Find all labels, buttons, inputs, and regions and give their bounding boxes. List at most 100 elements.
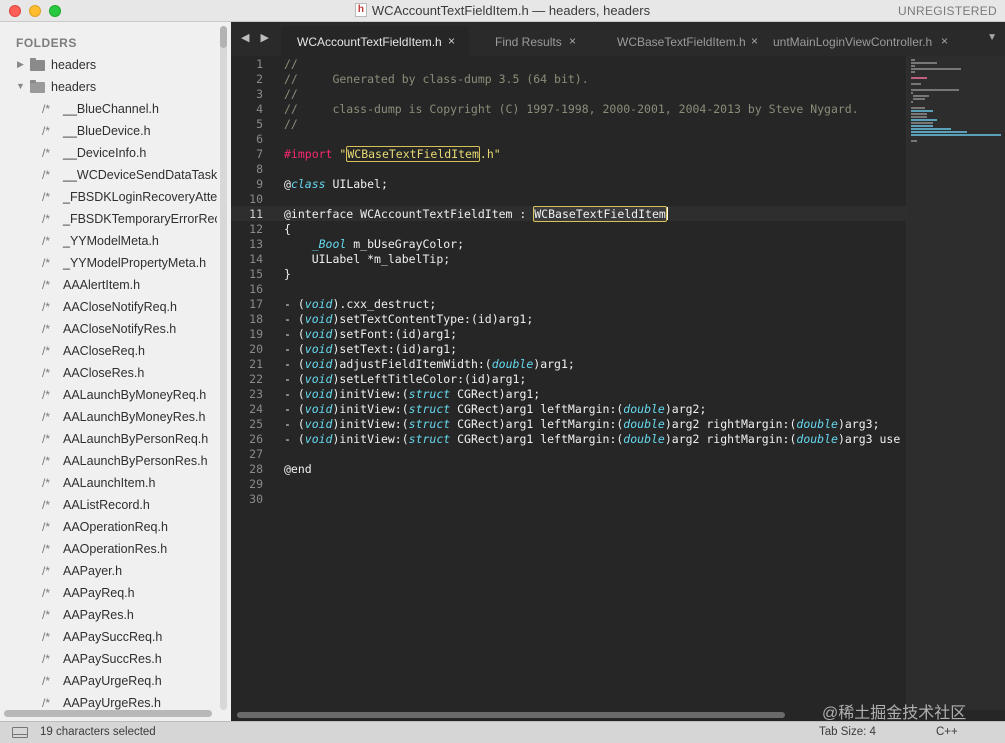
code-text: )adjustFieldItemWidth:( [332,357,492,371]
sidebar-file-item[interactable]: /* __BlueDevice.h [0,121,217,143]
line-number: 6 [256,132,263,146]
syntax-selector[interactable]: C++ [936,726,958,738]
line-number: 23 [249,387,263,401]
sidebar-file-item[interactable]: /* AACloseNotifyRes.h [0,319,217,341]
code-line-19: - (void)setFont:(id)arg1; [284,327,457,341]
code-line-21: - (void)adjustFieldItemWidth:(double)arg… [284,357,575,371]
sidebar-file-item[interactable]: /* AACloseReq.h [0,341,217,363]
minimap[interactable] [906,56,1005,710]
sidebar-file-label: __BlueChannel.h [63,102,159,116]
sidebar-file-item[interactable]: /* AAPayRes.h [0,605,217,627]
line-number: 29 [249,477,263,491]
folder-row-headers-collapsed[interactable]: ▶ headers [0,55,220,77]
sidebar: FOLDERS ▶ headers ▼ headers /* __BlueChan… [0,22,231,721]
code-editor[interactable]: 1 2 3 4 5 6 7 8 9 10 11 12 13 14 15 16 17 18 19 20 21 22 23 24 2… [231,56,906,710]
code-line-9: @class UILabel; [284,177,388,191]
code-line-3: // [284,87,298,101]
code-text: )arg2 rightMargin:( [664,417,797,431]
close-tab-icon[interactable]: × [941,34,948,48]
sidebar-file-item[interactable]: /* AALaunchByPersonRes.h [0,451,217,473]
sidebar-file-label: AACloseRes.h [63,366,145,380]
code-text: )initView:( [332,402,409,416]
line-number: 17 [249,297,263,311]
type-keyword: double [623,402,665,416]
ivar-name: m_bUseGrayColor; [346,237,465,251]
file-comment-icon: /* [42,234,51,248]
sidebar-vertical-scrollbar[interactable] [220,26,227,710]
type-keyword: void [304,342,333,356]
close-tab-icon[interactable]: × [569,34,576,48]
import-directive: #import [284,147,333,161]
sidebar-file-item[interactable]: /* _YYModelPropertyMeta.h [0,253,217,275]
sidebar-file-item[interactable]: /* AAOperationRes.h [0,539,217,561]
tab-wcaccounttextfielditem[interactable]: WCAccountTextFieldItem.h × [281,26,469,56]
sidebar-file-item[interactable]: /* AAAlertItem.h [0,275,217,297]
code-line-5: // [284,117,298,131]
tab-mainloginviewcontroller[interactable]: untMainLoginViewController.h × [771,26,957,56]
tab-find-results[interactable]: Find Results × [483,26,591,56]
sidebar-file-item[interactable]: /* AACloseRes.h [0,363,217,385]
sidebar-file-label: AACloseNotifyReq.h [63,300,177,314]
sidebar-horizontal-scroll-thumb[interactable] [4,710,212,717]
type-keyword: double [623,417,665,431]
sidebar-file-label: AAPayUrgeRes.h [63,696,161,710]
tab-navigation-arrows[interactable]: ◀ ▶ [241,31,273,44]
minimap-viewport[interactable] [907,56,1005,710]
file-comment-icon: /* [42,300,51,314]
sidebar-file-item[interactable]: /* AALaunchByMoneyReq.h [0,385,217,407]
sidebar-file-item[interactable]: /* AACloseNotifyReq.h [0,297,217,319]
tab-wcbasetextfielditem[interactable]: WCBaseTextFieldItem.h × [603,26,763,56]
sidebar-file-item[interactable]: /* _FBSDKTemporaryErrorRecoveryAttempter.… [0,209,217,231]
sidebar-file-item[interactable]: /* AAPayer.h [0,561,217,583]
sidebar-file-item[interactable]: /* __WCDeviceSendDataTask.h [0,165,217,187]
sidebar-file-label: _YYModelPropertyMeta.h [63,256,207,270]
code-text: - ( [284,342,305,356]
code-text: ).cxx_destruct; [332,297,437,311]
code-line-1: // [284,57,298,71]
sidebar-vertical-scroll-thumb[interactable] [220,26,227,48]
sidebar-file-item[interactable]: /* AAPaySuccRes.h [0,649,217,671]
license-status: UNREGISTERED [898,4,997,18]
sidebar-file-item[interactable]: /* AALaunchByPersonReq.h [0,429,217,451]
disclosure-triangle-down-icon[interactable]: ▼ [16,81,25,91]
sidebar-file-item[interactable]: /* AAPayUrgeReq.h [0,671,217,693]
tab-overflow-menu-icon[interactable]: ▼ [987,32,997,43]
folder-label: headers [51,58,97,72]
code-text: )setFont:(id)arg1; [332,327,458,341]
line-number: 4 [256,102,263,116]
line-number: 10 [249,192,263,206]
file-comment-icon: /* [42,652,51,666]
code-text: )setText:(id)arg1; [332,342,458,356]
disclosure-triangle-right-icon[interactable]: ▶ [17,59,24,70]
code-line-17: - (void).cxx_destruct; [284,297,436,311]
toggle-panel-icon[interactable] [12,727,28,738]
line-number: 12 [249,222,263,236]
sidebar-file-label: AALaunchByMoneyReq.h [63,388,207,402]
editor-horizontal-scroll-thumb[interactable] [237,712,785,718]
sidebar-file-item[interactable]: /* AALaunchByMoneyRes.h [0,407,217,429]
close-tab-icon[interactable]: × [751,34,758,48]
sidebar-file-item[interactable]: /* __BlueChannel.h [0,99,217,121]
file-comment-icon: /* [42,476,51,490]
file-comment-icon: /* [42,344,51,358]
sidebar-file-label: AAPayReq.h [63,586,135,600]
sidebar-file-item[interactable]: /* AAOperationReq.h [0,517,217,539]
sidebar-file-item[interactable]: /* AALaunchItem.h [0,473,217,495]
close-tab-icon[interactable]: × [448,34,455,48]
tab-size-selector[interactable]: Tab Size: 4 [819,726,876,738]
sidebar-file-item[interactable]: /* _FBSDKLoginRecoveryAttempter.h [0,187,217,209]
folder-row-headers-expanded[interactable]: ▼ headers [0,77,220,99]
sidebar-file-item[interactable]: /* AAPayReq.h [0,583,217,605]
sidebar-file-item[interactable]: /* __DeviceInfo.h [0,143,217,165]
file-comment-icon: /* [42,608,51,622]
type-keyword: struct [408,417,451,431]
sidebar-file-item[interactable]: /* AAPaySuccReq.h [0,627,217,649]
bool-type: _Bool [311,237,347,251]
type-keyword: double [796,432,838,446]
line-number: 24 [249,402,263,416]
code-line-14: UILabel *m_labelTip; [284,252,451,266]
sidebar-file-item[interactable]: /* _YYModelMeta.h [0,231,217,253]
sidebar-file-item[interactable]: /* AAListRecord.h [0,495,217,517]
code-line-12: { [284,222,291,236]
sidebar-file-label: AAPayRes.h [63,608,134,622]
